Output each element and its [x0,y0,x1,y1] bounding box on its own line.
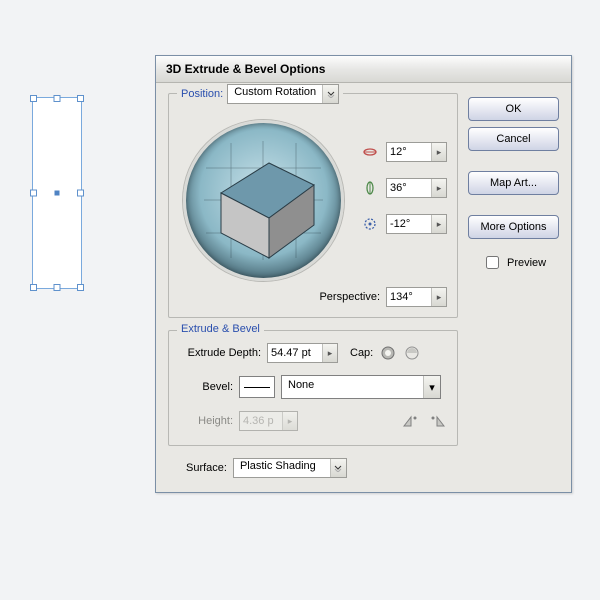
dialog-3d-extrude-bevel: 3D Extrude & Bevel Options Position: Cus… [155,55,572,493]
dialog-titlebar: 3D Extrude & Bevel Options [156,56,571,83]
perspective-label: Perspective: [319,291,380,303]
position-legend: Position: [181,88,223,100]
cancel-button[interactable]: Cancel [468,127,559,151]
bevel-value: None [282,376,423,398]
rotate-x-input[interactable]: ▸ [386,142,447,162]
group-extrude-bevel: Extrude & Bevel Extrude Depth: ▸ Cap: [168,330,458,446]
bevel-height-input: ▸ [239,411,298,431]
position-preset-label: Custom Rotation [228,85,322,103]
rotate-z-input[interactable]: ▸ [386,214,447,234]
group-position: Position: Custom Rotation [168,93,458,318]
rotate-x-icon [362,144,378,160]
cube-preview-icon [186,123,341,278]
rotate-z-icon [362,216,378,232]
perspective-input[interactable]: ▸ [386,287,447,307]
bevel-extent-in-icon[interactable] [401,413,421,429]
surface-label: Surface: [186,462,227,474]
bevel-swatch [239,376,275,398]
stepper-icon[interactable]: ▸ [431,215,446,233]
extrude-bevel-legend: Extrude & Bevel [177,323,264,335]
surface-dropdown[interactable]: Plastic Shading [233,458,347,478]
surface-value: Plastic Shading [234,459,330,477]
more-options-button[interactable]: More Options [468,215,559,239]
extrude-depth-input[interactable]: ▸ [267,343,338,363]
bevel-extent-out-icon[interactable] [427,413,447,429]
map-art-button[interactable]: Map Art... [468,171,559,195]
cap-on-icon[interactable] [379,344,397,362]
stepper-icon[interactable]: ▸ [322,344,337,362]
bevel-label: Bevel: [179,381,233,393]
rotation-trackball[interactable] [183,120,344,281]
rotate-y-input[interactable]: ▸ [386,178,447,198]
bevel-height-label: Height: [179,415,233,427]
preview-checkbox[interactable]: Preview [468,253,559,272]
extrude-depth-label: Extrude Depth: [179,347,261,359]
cap-off-icon[interactable] [403,344,421,362]
position-preset-dropdown[interactable]: Custom Rotation [227,84,339,104]
chevron-down-icon: ▾ [423,376,440,398]
stepper-icon[interactable]: ▸ [431,288,446,306]
preview-label: Preview [507,257,546,269]
bevel-dropdown[interactable]: None ▾ [281,375,441,399]
chevron-down-icon [322,85,338,103]
cap-label: Cap: [350,347,373,359]
ok-button[interactable]: OK [468,97,559,121]
dialog-title: 3D Extrude & Bevel Options [166,62,325,76]
stepper-icon[interactable]: ▸ [431,179,446,197]
rotate-y-icon [362,180,378,196]
stepper-icon[interactable]: ▸ [431,143,446,161]
stepper-icon: ▸ [282,412,297,430]
selected-rectangle [32,97,82,289]
chevron-down-icon [330,459,346,477]
